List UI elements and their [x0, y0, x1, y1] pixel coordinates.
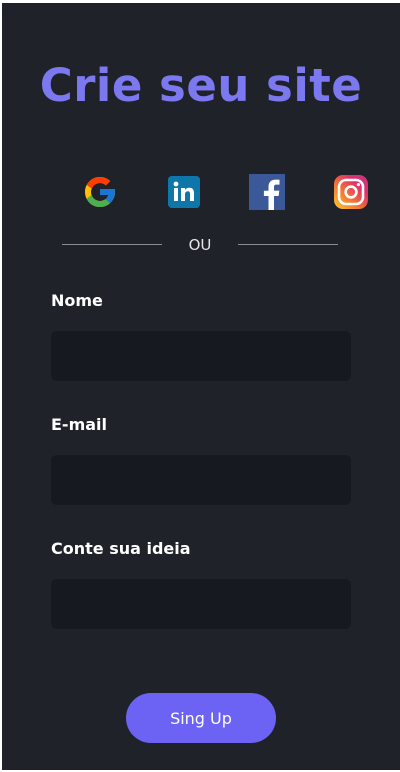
google-icon: [85, 177, 115, 207]
idea-input[interactable]: [51, 579, 351, 629]
email-label: E-mail: [51, 415, 108, 434]
instagram-button[interactable]: [331, 172, 371, 212]
google-button[interactable]: [80, 172, 120, 212]
linkedin-button[interactable]: [164, 172, 204, 212]
instagram-icon: [334, 175, 368, 209]
divider-text: OU: [188, 236, 212, 254]
signup-card: Crie seu site OU Nome E-mail Conte sua i…: [2, 3, 400, 770]
name-input[interactable]: [51, 331, 351, 381]
page-title: Crie seu site: [39, 59, 363, 112]
divider-line-left: [62, 244, 162, 245]
divider-line-right: [238, 244, 338, 245]
email-input[interactable]: [51, 455, 351, 505]
facebook-button[interactable]: [247, 172, 287, 212]
social-buttons: [2, 172, 400, 212]
signup-button[interactable]: Sing Up: [126, 693, 276, 743]
or-divider: OU: [62, 235, 338, 255]
idea-label: Conte sua ideia: [51, 539, 191, 558]
name-label: Nome: [51, 291, 103, 310]
facebook-icon: [249, 174, 285, 210]
linkedin-icon: [168, 176, 200, 208]
